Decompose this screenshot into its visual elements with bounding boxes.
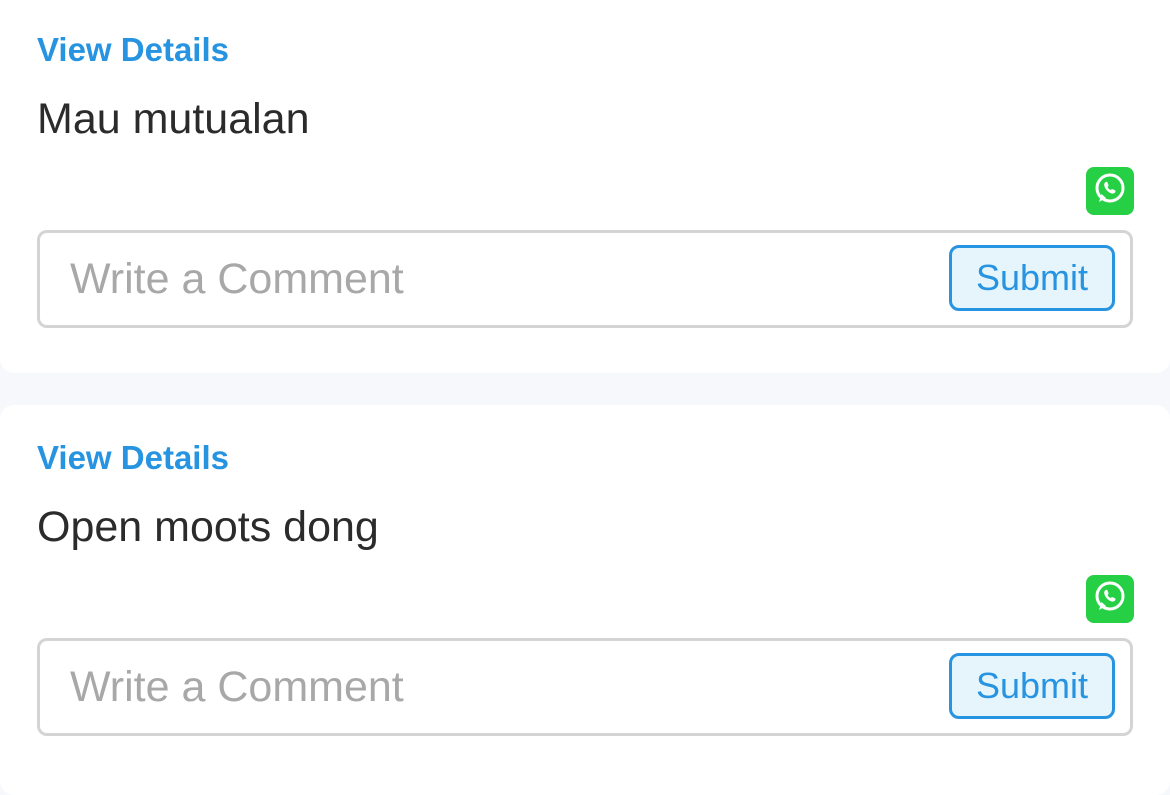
comment-box: Submit (37, 638, 1133, 736)
submit-button[interactable]: Submit (949, 653, 1115, 719)
submit-button[interactable]: Submit (949, 245, 1115, 311)
view-details-link[interactable]: View Details (37, 30, 229, 70)
post-text: Mau mutualan (37, 95, 310, 143)
whatsapp-share-button[interactable] (1086, 575, 1134, 623)
whatsapp-share-button[interactable] (1086, 167, 1134, 215)
comment-input[interactable] (70, 655, 930, 719)
view-details-link[interactable]: View Details (37, 438, 229, 478)
post-text: Open moots dong (37, 503, 379, 551)
whatsapp-icon (1092, 579, 1128, 620)
comment-box: Submit (37, 230, 1133, 328)
whatsapp-icon (1092, 171, 1128, 212)
comment-input[interactable] (70, 247, 930, 311)
post-card: View Details Mau mutualan Submit (0, 0, 1170, 373)
post-card: View Details Open moots dong Submit (0, 405, 1170, 795)
